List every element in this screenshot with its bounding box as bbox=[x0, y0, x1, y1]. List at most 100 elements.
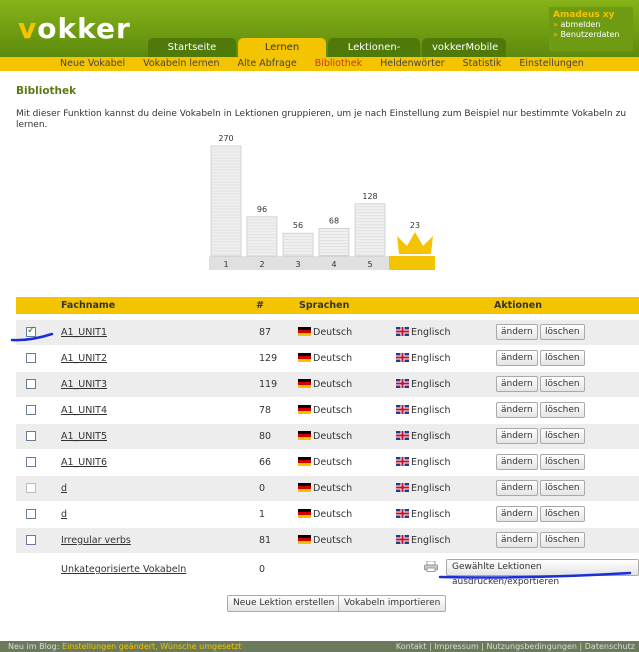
table-row: A1_UNIT1 87 Deutsch Englisch ändernlöschen bbox=[16, 320, 639, 345]
tab-vokkermobile[interactable]: vokkerMobile bbox=[422, 38, 506, 57]
target-language: Englisch bbox=[396, 431, 451, 442]
source-language: Deutsch bbox=[298, 483, 352, 494]
delete-lesson-button[interactable]: löschen bbox=[540, 428, 585, 444]
lesson-name-link[interactable]: d bbox=[61, 509, 67, 520]
printer-icon bbox=[424, 561, 438, 572]
user-box: Amadeus xy abmelden Benutzerdaten bbox=[549, 7, 633, 51]
row-checkbox[interactable] bbox=[26, 457, 36, 467]
tab-lektionen-pool[interactable]: Lektionen-Pool bbox=[328, 38, 420, 72]
source-language-label: Deutsch bbox=[313, 509, 353, 520]
lesson-name-link[interactable]: A1_UNIT5 bbox=[61, 431, 107, 442]
page-title: Bibliothek bbox=[16, 85, 77, 97]
source-language-label: Deutsch bbox=[313, 353, 353, 364]
delete-lesson-button[interactable]: löschen bbox=[540, 532, 585, 548]
source-language-label: Deutsch bbox=[313, 379, 353, 390]
delete-lesson-button[interactable]: löschen bbox=[540, 324, 585, 340]
lesson-name-link[interactable]: A1_UNIT1 bbox=[61, 327, 107, 338]
table-header: Fachname # Sprachen Aktionen bbox=[16, 297, 639, 314]
edit-lesson-button[interactable]: ändern bbox=[496, 402, 538, 418]
uncategorized-row: Unkategorisierte Vokabeln 0 Gewählte Lek… bbox=[16, 557, 639, 587]
delete-lesson-button[interactable]: löschen bbox=[540, 480, 585, 496]
uk-flag-icon bbox=[396, 405, 409, 414]
lesson-count: 0 bbox=[259, 483, 266, 494]
delete-lesson-button[interactable]: löschen bbox=[540, 350, 585, 366]
header-aktionen: Aktionen bbox=[494, 300, 542, 311]
subnav-neue-vokabel[interactable]: Neue Vokabel bbox=[60, 57, 125, 71]
lesson-name-link[interactable]: Irregular verbs bbox=[61, 535, 131, 546]
delete-lesson-button[interactable]: löschen bbox=[540, 506, 585, 522]
new-lesson-button[interactable]: Neue Lektion erstellen bbox=[227, 595, 341, 612]
export-selected-button[interactable]: Gewählte Lektionen ausdrucken/exportiere… bbox=[446, 559, 639, 587]
delete-lesson-button[interactable]: löschen bbox=[540, 402, 585, 418]
row-checkbox[interactable] bbox=[26, 509, 36, 519]
row-checkbox[interactable] bbox=[26, 325, 36, 337]
subnav-einstellungen[interactable]: Einstellungen bbox=[519, 57, 583, 71]
german-flag-icon bbox=[298, 379, 311, 388]
chart-category-label: 5 bbox=[367, 260, 372, 269]
edit-lesson-button[interactable]: ändern bbox=[496, 532, 538, 548]
row-checkbox[interactable] bbox=[26, 405, 36, 415]
subnav-bibliothek[interactable]: Bibliothek bbox=[315, 57, 362, 71]
row-checkbox bbox=[26, 483, 36, 493]
row-checkbox[interactable] bbox=[26, 353, 36, 363]
chart-category-label: 4 bbox=[331, 260, 336, 269]
german-flag-icon bbox=[298, 327, 311, 336]
card-box-chart: 270 1 96 2 56 3 68 4 128 5 23 bbox=[209, 134, 435, 270]
chart-category-label: 3 bbox=[295, 260, 300, 269]
uk-flag-icon bbox=[396, 353, 409, 362]
chart-bar bbox=[318, 227, 350, 257]
row-checkbox[interactable] bbox=[26, 431, 36, 441]
account-link[interactable]: Benutzerdaten bbox=[553, 30, 629, 40]
chart-value-label: 56 bbox=[293, 221, 303, 230]
target-language-label: Englisch bbox=[411, 483, 451, 494]
target-language: Englisch bbox=[396, 379, 451, 390]
edit-lesson-button[interactable]: ändern bbox=[496, 376, 538, 392]
edit-lesson-button[interactable]: ändern bbox=[496, 428, 538, 444]
import-vocab-button[interactable]: Vokabeln importieren bbox=[338, 595, 447, 612]
target-language: Englisch bbox=[396, 509, 451, 520]
lesson-name-link[interactable]: A1_UNIT2 bbox=[61, 353, 107, 364]
source-language-label: Deutsch bbox=[313, 457, 353, 468]
edit-lesson-button[interactable]: ändern bbox=[496, 350, 538, 366]
row-checkbox[interactable] bbox=[26, 379, 36, 389]
footer-blog: Neu im Blog: Einstellungen geändert, Wün… bbox=[8, 641, 242, 652]
header-fachname[interactable]: Fachname bbox=[61, 300, 115, 311]
delete-lesson-button[interactable]: löschen bbox=[540, 376, 585, 392]
lesson-count: 78 bbox=[259, 405, 272, 416]
source-language: Deutsch bbox=[298, 405, 352, 416]
tab-lernen[interactable]: Lernen bbox=[238, 38, 326, 57]
chart-value-label: 68 bbox=[329, 216, 339, 225]
subnav-heldenwoerter[interactable]: Heldenwörter bbox=[380, 57, 445, 71]
uncategorized-link[interactable]: Unkategorisierte Vokabeln bbox=[61, 564, 186, 575]
lesson-count: 87 bbox=[259, 327, 272, 338]
target-language-label: Englisch bbox=[411, 535, 451, 546]
tab-startseite[interactable]: Startseite bbox=[148, 38, 236, 57]
table-row: A1_UNIT5 80 Deutsch Englisch ändern löschen bbox=[16, 424, 639, 449]
source-language: Deutsch bbox=[298, 379, 352, 390]
footer-links[interactable]: Kontakt | Impressum | Nutzungsbedingunge… bbox=[396, 641, 635, 652]
german-flag-icon bbox=[298, 509, 311, 518]
edit-lesson-button[interactable]: ändern bbox=[496, 480, 538, 496]
subnav-alte-abfrage[interactable]: Alte Abfrage bbox=[238, 57, 297, 71]
row-checkbox[interactable] bbox=[26, 535, 36, 545]
chart-axis-crown-box bbox=[389, 256, 435, 270]
footer-blog-link[interactable]: Einstellungen geändert, Wünsche umgesetz… bbox=[62, 642, 242, 651]
target-language: Englisch bbox=[396, 405, 451, 416]
lesson-name-link[interactable]: A1_UNIT4 bbox=[61, 405, 107, 416]
subnav-vokabeln-lernen[interactable]: Vokabeln lernen bbox=[143, 57, 219, 71]
vokker-logo[interactable]: vokker bbox=[18, 12, 131, 45]
logout-link[interactable]: abmelden bbox=[553, 20, 629, 30]
delete-lesson-button[interactable]: löschen bbox=[540, 454, 585, 470]
target-language: Englisch bbox=[396, 327, 451, 338]
lesson-name-link[interactable]: d bbox=[61, 483, 67, 494]
source-language-label: Deutsch bbox=[313, 327, 353, 338]
header-count[interactable]: # bbox=[256, 300, 264, 311]
lesson-name-link[interactable]: A1_UNIT6 bbox=[61, 457, 107, 468]
edit-lesson-button[interactable]: ändern bbox=[496, 324, 538, 340]
edit-lesson-button[interactable]: ändern bbox=[496, 506, 538, 522]
target-language-label: Englisch bbox=[411, 353, 451, 364]
edit-lesson-button[interactable]: ändern bbox=[496, 454, 538, 470]
uk-flag-icon bbox=[396, 483, 409, 492]
subnav-statistik[interactable]: Statistik bbox=[463, 57, 502, 71]
lesson-name-link[interactable]: A1_UNIT3 bbox=[61, 379, 107, 390]
